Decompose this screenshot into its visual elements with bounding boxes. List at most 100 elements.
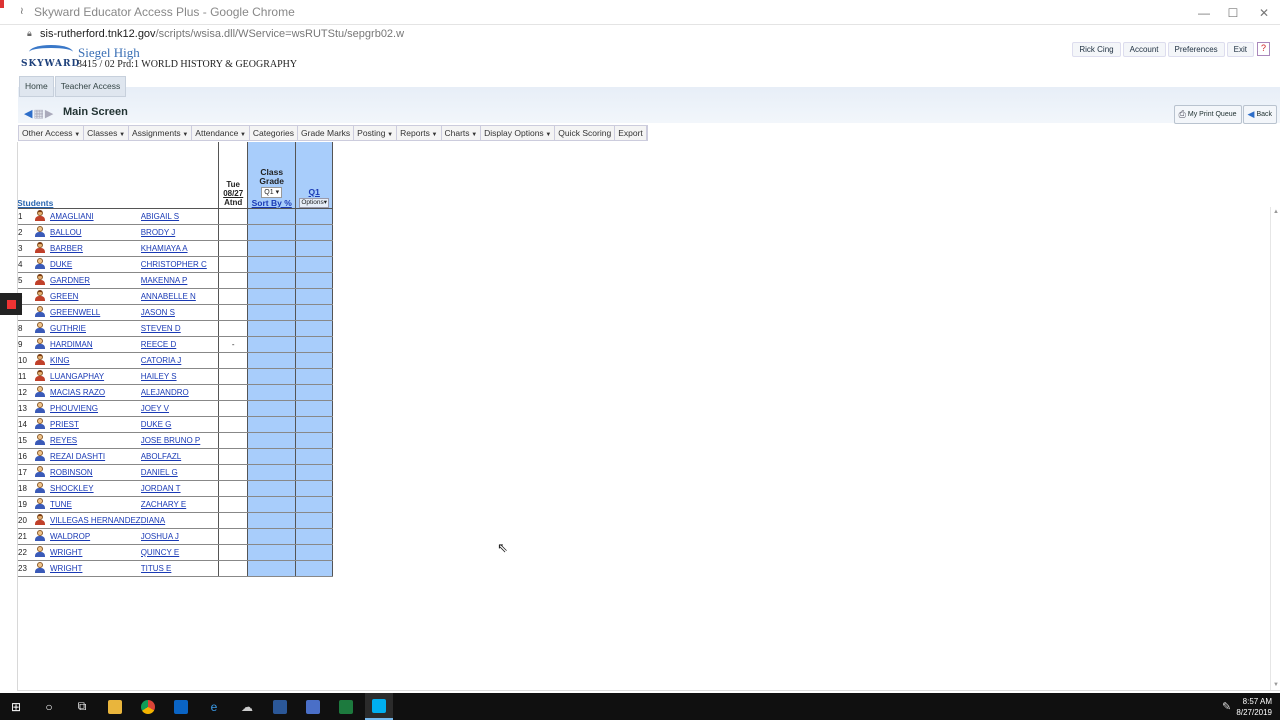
- menu-grade-marks[interactable]: Grade Marks: [298, 126, 355, 140]
- student-avatar-icon[interactable]: [34, 257, 45, 269]
- close-window-button[interactable]: ✕: [1248, 0, 1280, 25]
- q1-grade-cell[interactable]: [295, 432, 334, 449]
- first-name-link[interactable]: JOEY V: [141, 404, 169, 413]
- tab-teacher-access[interactable]: Teacher Access: [54, 76, 127, 97]
- attendance-cell[interactable]: [218, 512, 249, 529]
- q1-grade-cell[interactable]: [295, 400, 334, 417]
- last-name-link[interactable]: REZAI DASHTI: [50, 452, 105, 461]
- attendance-cell[interactable]: [218, 464, 249, 481]
- attendance-cell[interactable]: [218, 528, 249, 545]
- first-name-link[interactable]: ANNABELLE N: [141, 292, 196, 301]
- q1-grade-cell[interactable]: [295, 480, 334, 497]
- q1-grade-cell[interactable]: [295, 528, 334, 545]
- class-grade-cell[interactable]: [247, 464, 297, 481]
- last-name-link[interactable]: TUNE: [50, 500, 72, 509]
- attendance-cell[interactable]: [218, 416, 249, 433]
- student-avatar-icon[interactable]: [34, 289, 45, 301]
- recording-indicator[interactable]: [0, 293, 22, 315]
- first-name-link[interactable]: MAKENNA P: [141, 276, 188, 285]
- first-name-link[interactable]: JOSHUA J: [141, 532, 179, 541]
- q1-grade-cell[interactable]: [295, 240, 334, 257]
- student-avatar-icon[interactable]: [34, 449, 45, 461]
- class-grade-cell[interactable]: [247, 544, 297, 561]
- sort-by-percent-link[interactable]: Sort By %: [249, 198, 295, 207]
- attendance-cell[interactable]: [218, 448, 249, 465]
- last-name-link[interactable]: VILLEGAS HERNANDEZ: [50, 516, 141, 525]
- student-avatar-cell[interactable]: [29, 560, 50, 577]
- student-avatar-icon[interactable]: [34, 385, 45, 397]
- print-queue-button[interactable]: ⎙ My Print Queue: [1173, 105, 1242, 124]
- last-name-link[interactable]: HARDIMAN: [50, 340, 93, 349]
- last-name-link[interactable]: AMAGLIANI: [50, 212, 94, 221]
- last-name-link[interactable]: GREENWELL: [50, 308, 100, 317]
- q1-grade-cell[interactable]: [295, 496, 334, 513]
- student-avatar-cell[interactable]: [29, 512, 50, 529]
- q1-grade-cell[interactable]: [295, 416, 334, 433]
- student-avatar-cell[interactable]: [29, 400, 50, 417]
- url-text[interactable]: sis-rutherford.tnk12.gov/scripts/wsisa.d…: [40, 28, 404, 40]
- q1-grade-cell[interactable]: [295, 320, 334, 337]
- class-grade-cell[interactable]: [247, 368, 297, 385]
- app2-icon[interactable]: [299, 693, 327, 720]
- exit-link[interactable]: Exit: [1226, 42, 1254, 57]
- students-header[interactable]: Students: [17, 198, 53, 208]
- attendance-cell[interactable]: [218, 240, 249, 257]
- student-avatar-cell[interactable]: [29, 352, 50, 369]
- edge-icon[interactable]: e: [200, 693, 228, 720]
- menu-reports[interactable]: Reports ▼: [397, 126, 442, 140]
- attendance-cell[interactable]: [218, 304, 249, 321]
- class-grade-cell[interactable]: [247, 304, 297, 321]
- student-avatar-cell[interactable]: [29, 224, 50, 241]
- student-avatar-cell[interactable]: [29, 448, 50, 465]
- student-avatar-icon[interactable]: [34, 401, 45, 413]
- attendance-cell[interactable]: [218, 368, 249, 385]
- minimize-button[interactable]: —: [1188, 0, 1220, 25]
- last-name-link[interactable]: GARDNER: [50, 276, 90, 285]
- attendance-cell[interactable]: [218, 384, 249, 401]
- grade-period-select[interactable]: Q1 ▾: [261, 186, 283, 198]
- q1-label[interactable]: Q1: [296, 187, 332, 197]
- tab-home[interactable]: Home: [19, 76, 54, 97]
- first-name-link[interactable]: ZACHARY E: [141, 500, 187, 509]
- menu-attendance[interactable]: Attendance ▼: [192, 126, 250, 140]
- class-grade-cell[interactable]: [247, 448, 297, 465]
- q1-grade-cell[interactable]: [295, 288, 334, 305]
- class-grade-cell[interactable]: [247, 560, 297, 577]
- menu-charts[interactable]: Charts ▼: [442, 126, 482, 140]
- student-avatar-icon[interactable]: [34, 321, 45, 333]
- task-view-icon[interactable]: ⧉: [68, 693, 96, 720]
- student-avatar-cell[interactable]: [29, 432, 50, 449]
- class-grade-cell[interactable]: [247, 240, 297, 257]
- last-name-link[interactable]: LUANGAPHAY: [50, 372, 104, 381]
- class-grade-cell[interactable]: [247, 288, 297, 305]
- help-icon[interactable]: ?: [1257, 42, 1270, 56]
- start-icon[interactable]: ⊞: [2, 693, 30, 720]
- first-name-link[interactable]: ALEJANDRO: [141, 388, 189, 397]
- class-grade-cell[interactable]: [247, 224, 297, 241]
- student-avatar-icon[interactable]: [34, 433, 45, 445]
- student-avatar-cell[interactable]: [29, 336, 50, 353]
- q1-grade-cell[interactable]: [295, 256, 334, 273]
- menu-classes[interactable]: Classes ▼: [84, 126, 130, 140]
- excel-icon[interactable]: [332, 693, 360, 720]
- attendance-header[interactable]: Tue 08/27 Atnd: [218, 142, 249, 209]
- vertical-scrollbar[interactable]: ▲ ▼: [1270, 207, 1280, 690]
- back-button[interactable]: ◀ Back: [1242, 105, 1277, 124]
- class-grade-cell[interactable]: [247, 256, 297, 273]
- last-name-link[interactable]: SHOCKLEY: [50, 484, 94, 493]
- skype-icon[interactable]: [365, 693, 393, 720]
- student-avatar-icon[interactable]: [34, 513, 45, 525]
- student-avatar-cell[interactable]: [29, 208, 50, 225]
- student-avatar-icon[interactable]: [34, 353, 45, 365]
- menu-categories[interactable]: Categories: [250, 126, 299, 140]
- student-avatar-cell[interactable]: [29, 240, 50, 257]
- student-avatar-icon[interactable]: [34, 305, 45, 317]
- q1-grade-cell[interactable]: [295, 560, 334, 577]
- last-name-link[interactable]: PRIEST: [50, 420, 79, 429]
- student-avatar-cell[interactable]: [29, 496, 50, 513]
- menu-assignments[interactable]: Assignments ▼: [129, 126, 193, 140]
- q1-grade-cell[interactable]: [295, 272, 334, 289]
- app-icon[interactable]: ☁: [233, 693, 261, 720]
- menu-display-options[interactable]: Display Options ▼: [481, 126, 556, 140]
- student-avatar-icon[interactable]: [34, 241, 45, 253]
